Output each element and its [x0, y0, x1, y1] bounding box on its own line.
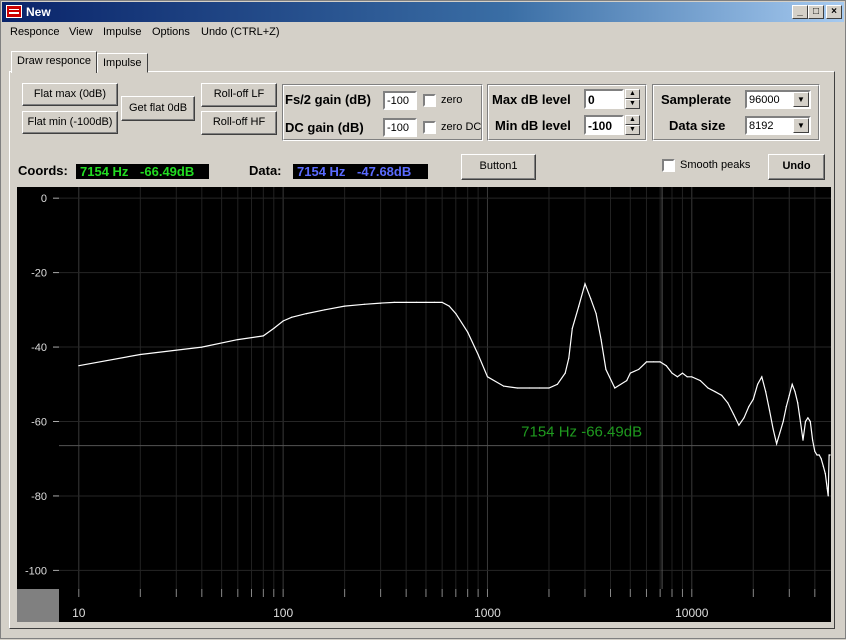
menu-bar: Responce View Impulse Options Undo (CTRL… [2, 23, 844, 42]
app-window: New _ □ × Responce View Impulse Options … [0, 0, 846, 639]
rolloff-hf-button[interactable]: Roll-off HF [201, 111, 277, 135]
dc-gain-input[interactable]: -100 [383, 118, 417, 137]
menu-responce[interactable]: Responce [10, 26, 60, 38]
samplerate-label: Samplerate [661, 92, 732, 107]
flat-min-button[interactable]: Flat min (-100dB) [22, 111, 118, 134]
menu-undo[interactable]: Undo (CTRL+Z) [201, 26, 280, 38]
coords-hz: 7154 Hz [80, 164, 129, 179]
min-db-label: Min dB level [495, 118, 571, 133]
tab-draw-responce[interactable]: Draw responce [11, 51, 97, 73]
datasize-select[interactable]: 8192 ▼ [745, 116, 811, 135]
fs2-zero-label: zero [441, 94, 463, 106]
maximize-icon[interactable]: □ [808, 5, 824, 19]
flat-max-button[interactable]: Flat max (0dB) [22, 83, 118, 106]
max-db-input[interactable]: 0 [584, 89, 624, 109]
chevron-down-icon[interactable]: ▼ [793, 92, 809, 107]
get-flat-button[interactable]: Get flat 0dB [121, 96, 195, 121]
min-db-input[interactable]: -100 [584, 115, 624, 135]
max-db-spinner[interactable]: ▲ ▼ [625, 89, 640, 109]
samplerate-select[interactable]: 96000 ▼ [745, 90, 811, 109]
fs2-zero-checkbox[interactable] [423, 94, 436, 107]
spin-down-icon[interactable]: ▼ [625, 99, 640, 109]
chevron-down-icon[interactable]: ▼ [793, 118, 809, 133]
data-label: Data: [249, 163, 282, 178]
menu-impulse[interactable]: Impulse [103, 26, 142, 38]
axis-corner [17, 589, 59, 622]
spin-up-icon[interactable]: ▲ [625, 115, 640, 125]
dc-zero-label: zero DC [441, 121, 482, 133]
spin-down-icon[interactable]: ▼ [625, 125, 640, 135]
fs2-gain-input[interactable]: -100 [383, 91, 417, 110]
fs2-gain-label: Fs/2 gain (dB) [285, 92, 371, 107]
data-readout: 7154 Hz -47.68dB [293, 164, 428, 179]
window-title: New [26, 5, 51, 19]
min-db-spinner[interactable]: ▲ ▼ [625, 115, 640, 135]
rolloff-lf-button[interactable]: Roll-off LF [201, 83, 277, 107]
button1[interactable]: Button1 [461, 154, 536, 180]
data-db: -47.68dB [357, 164, 412, 179]
max-db-label: Max dB level [492, 92, 571, 107]
dc-zero-checkbox[interactable] [423, 121, 436, 134]
dc-gain-label: DC gain (dB) [285, 120, 364, 135]
x-axis-band [59, 589, 831, 622]
menu-options[interactable]: Options [152, 26, 190, 38]
undo-button[interactable]: Undo [768, 154, 825, 180]
datasize-label: Data size [669, 118, 726, 133]
title-bar[interactable]: New _ □ × [2, 2, 844, 22]
coords-db: -66.49dB [140, 164, 195, 179]
tab-impulse[interactable]: Impulse [97, 53, 148, 73]
response-plot[interactable] [17, 187, 831, 622]
samplerate-value: 96000 [749, 94, 780, 106]
app-icon[interactable] [6, 5, 22, 18]
coords-label: Coords: [18, 163, 68, 178]
smooth-peaks-checkbox[interactable] [662, 159, 675, 172]
smooth-peaks-label: Smooth peaks [680, 159, 751, 171]
menu-view[interactable]: View [69, 26, 93, 38]
data-hz: 7154 Hz [297, 164, 346, 179]
spin-up-icon[interactable]: ▲ [625, 89, 640, 99]
close-icon[interactable]: × [826, 5, 842, 19]
coords-readout: 7154 Hz -66.49dB [76, 164, 209, 179]
minimize-icon[interactable]: _ [792, 5, 808, 19]
datasize-value: 8192 [749, 120, 774, 132]
